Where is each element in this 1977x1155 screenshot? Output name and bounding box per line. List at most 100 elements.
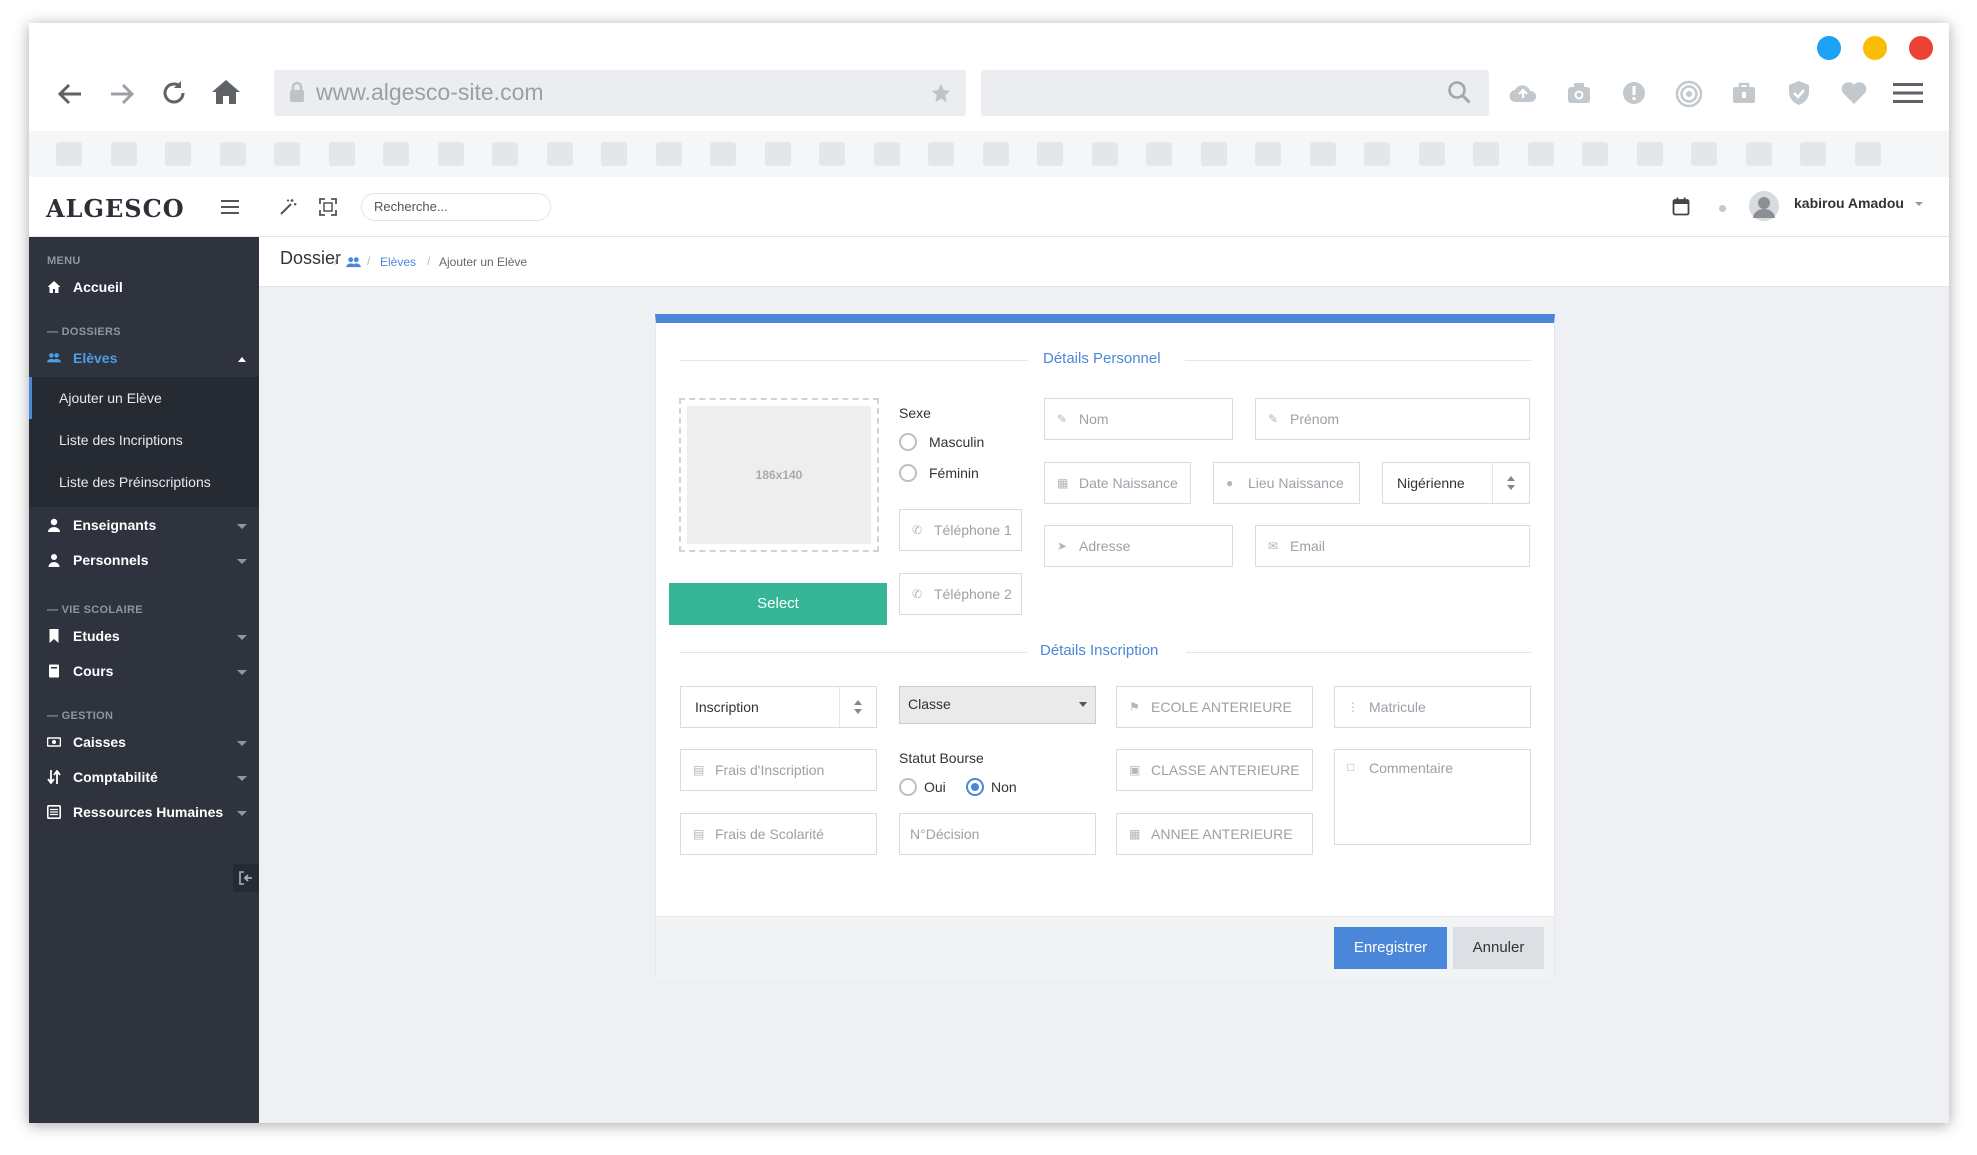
radio-masculin-label[interactable]: Masculin (929, 434, 984, 450)
radio-oui-label[interactable]: Oui (924, 779, 946, 795)
camera-icon[interactable] (1566, 80, 1592, 106)
bookmark-placeholder[interactable] (328, 142, 355, 166)
classe-select[interactable]: Classe (899, 686, 1096, 724)
sidebar-subitem-liste-incriptions[interactable]: Liste des Incriptions (29, 419, 259, 461)
classe-anterieure-input[interactable]: ▣ CLASSE ANTERIEURE (1116, 749, 1313, 791)
cancel-button[interactable]: Annuler (1453, 927, 1544, 969)
user-menu-caret-icon[interactable] (1915, 202, 1923, 206)
bookmark-placeholder[interactable] (219, 142, 246, 166)
fullscreen-icon[interactable] (319, 198, 337, 216)
email-input[interactable]: ✉ Email (1255, 525, 1530, 567)
date-naissance-input[interactable]: ▦ Date Naissance (1044, 462, 1191, 504)
radio-feminin-label[interactable]: Féminin (929, 465, 979, 481)
users-icon[interactable] (346, 256, 361, 269)
address-bar[interactable]: www.algesco-site.com (274, 70, 966, 116)
bookmark-placeholder[interactable] (764, 142, 791, 166)
user-avatar[interactable] (1749, 191, 1779, 221)
sidebar-item-caisses[interactable]: Caisses (29, 726, 259, 760)
heart-icon[interactable] (1840, 81, 1868, 105)
radio-masculin[interactable] (899, 433, 917, 451)
bookmark-placeholder[interactable] (601, 142, 627, 166)
user-name[interactable]: kabirou Amadou (1794, 195, 1904, 211)
radio-feminin[interactable] (899, 464, 917, 482)
bookmark-placeholder[interactable] (1037, 142, 1063, 166)
bookmark-placeholder[interactable] (1091, 142, 1118, 166)
bookmark-placeholder[interactable] (437, 142, 464, 166)
select-photo-button[interactable]: Select (669, 583, 887, 625)
sidebar-item-ressources-humaines[interactable]: Ressources Humaines (29, 796, 259, 830)
bookmark-placeholder[interactable] (1364, 142, 1390, 166)
bookmark-placeholder[interactable] (546, 142, 573, 166)
window-dot-yellow[interactable] (1863, 36, 1887, 60)
bookmark-placeholder[interactable] (1527, 142, 1554, 166)
bookmark-placeholder[interactable] (873, 142, 900, 166)
sidebar-collapse-button[interactable] (233, 864, 259, 892)
radio-non[interactable] (966, 778, 984, 796)
bookmark-placeholder[interactable] (1473, 142, 1499, 166)
telephone1-input[interactable]: ✆ Téléphone 1 (899, 509, 1022, 551)
bookmark-placeholder[interactable] (1255, 142, 1281, 166)
bookmark-placeholder[interactable] (710, 142, 736, 166)
bookmark-placeholder[interactable] (492, 142, 518, 166)
bookmark-placeholder[interactable] (56, 142, 82, 166)
bookmark-placeholder[interactable] (1309, 142, 1336, 166)
sidebar-item-accueil[interactable]: Accueil (29, 271, 259, 305)
sidebar-item-eleves[interactable]: Elèves (29, 342, 259, 376)
bookmark-placeholder[interactable] (928, 142, 954, 166)
commentaire-textarea[interactable]: □ Commentaire (1334, 749, 1531, 845)
broadcast-icon[interactable] (1675, 80, 1703, 108)
nationalite-select[interactable]: Nigérienne (1382, 462, 1530, 504)
browser-search-bar[interactable] (981, 70, 1489, 116)
bookmark-placeholder[interactable] (1854, 142, 1881, 166)
inscription-select[interactable]: Inscription (680, 686, 877, 728)
n-decision-input[interactable]: N°Décision (899, 813, 1096, 855)
sidebar-item-cours[interactable]: Cours (29, 655, 259, 689)
briefcase-icon[interactable] (1731, 80, 1757, 106)
sidebar-item-etudes[interactable]: Etudes (29, 620, 259, 654)
bookmark-placeholder[interactable] (165, 142, 191, 166)
sidebar-item-enseignants[interactable]: Enseignants (29, 509, 259, 543)
sidebar-toggle-icon[interactable] (221, 200, 239, 214)
lieu-naissance-input[interactable]: ● Lieu Naissance (1213, 462, 1360, 504)
bookmark-placeholder[interactable] (1800, 142, 1826, 166)
magic-wand-icon[interactable] (279, 198, 297, 216)
search-icon[interactable] (1447, 80, 1473, 106)
app-search-input[interactable]: Recherche... (361, 193, 551, 221)
frais-scolarite-input[interactable]: ▤ Frais de Scolarité (680, 813, 877, 855)
bookmark-placeholder[interactable] (1200, 142, 1227, 166)
back-icon[interactable] (55, 79, 85, 109)
sidebar-item-personnels[interactable]: Personnels (29, 544, 259, 578)
browser-menu-icon[interactable] (1893, 82, 1923, 104)
bookmark-placeholder[interactable] (1691, 142, 1717, 166)
telephone2-input[interactable]: ✆ Téléphone 2 (899, 573, 1022, 615)
cloud-upload-icon[interactable] (1508, 80, 1538, 106)
app-logo[interactable]: ALGESCO (46, 194, 185, 223)
nom-input[interactable]: ✎ Nom (1044, 398, 1233, 440)
shield-icon[interactable] (1786, 79, 1812, 107)
calendar-icon[interactable] (1672, 197, 1690, 216)
photo-dropzone[interactable]: 186x140 (679, 398, 879, 552)
prenom-input[interactable]: ✎ Prénom (1255, 398, 1530, 440)
sidebar-subitem-ajouter-eleve[interactable]: Ajouter un Elève (29, 377, 259, 419)
save-button[interactable]: Enregistrer (1334, 927, 1447, 969)
matricule-input[interactable]: ⋮ Matricule (1334, 686, 1531, 728)
bookmark-placeholder[interactable] (1582, 142, 1608, 166)
bookmark-placeholder[interactable] (383, 142, 409, 166)
radio-non-label[interactable]: Non (991, 779, 1017, 795)
annee-anterieure-input[interactable]: ▦ ANNEE ANTERIEURE (1116, 813, 1313, 855)
breadcrumb-link-eleves[interactable]: Elèves (380, 255, 416, 269)
bookmark-placeholder[interactable] (819, 142, 845, 166)
bookmark-placeholder[interactable] (1418, 142, 1445, 166)
bookmark-placeholder[interactable] (110, 142, 137, 166)
bookmark-placeholder[interactable] (655, 142, 682, 166)
star-icon[interactable] (930, 82, 952, 104)
alert-icon[interactable] (1621, 80, 1647, 106)
bookmark-placeholder[interactable] (982, 142, 1009, 166)
bookmark-placeholder[interactable] (1146, 142, 1172, 166)
bookmark-placeholder[interactable] (274, 142, 300, 166)
window-dot-red[interactable] (1909, 36, 1933, 60)
frais-inscription-input[interactable]: ▤ Frais d'Inscription (680, 749, 877, 791)
ecole-anterieure-input[interactable]: ⚑ ECOLE ANTERIEURE (1116, 686, 1313, 728)
radio-oui[interactable] (899, 778, 917, 796)
reload-icon[interactable] (159, 78, 189, 108)
